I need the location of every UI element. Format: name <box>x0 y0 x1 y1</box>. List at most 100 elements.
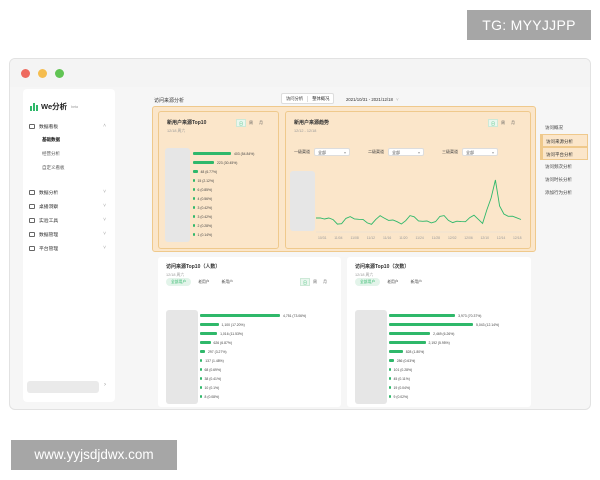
bar-list: 4,751 (73.06%) 1,100 (17.20%) 1,016 (11.53… <box>200 314 332 402</box>
sidebar-item-insight[interactable]: 桌播洞察 ˅ <box>23 199 115 213</box>
bar-row: 4 (0.56%) <box>193 196 213 201</box>
bar-label: 68 (0.69%) <box>204 367 222 372</box>
bar <box>200 323 219 326</box>
bar <box>193 233 195 236</box>
bar-row: 1 (0.14%) <box>193 232 213 237</box>
maximize-window-button[interactable] <box>55 69 64 78</box>
tab-month[interactable]: 月 <box>508 119 518 127</box>
sidebar-footer-bar[interactable] <box>27 381 99 393</box>
pill-all-users[interactable]: 全部用户 <box>166 278 192 286</box>
bar-row: 48 (6.77%) <box>193 170 217 174</box>
bar-row: 137 (1.48%) <box>200 359 224 363</box>
level3-channel-select[interactable]: 全部 <box>462 148 498 157</box>
tab-week[interactable]: 周 <box>498 119 508 127</box>
anchor-visit-frequency[interactable]: 访问频次分析 <box>542 160 588 173</box>
tab-day[interactable]: 日 <box>488 119 498 127</box>
date-range-picker[interactable]: 2021/10/31 - 2021/12/18 ˅ <box>346 97 399 102</box>
pill-old-users[interactable]: 老用户 <box>193 278 214 286</box>
tab-week[interactable]: 周 <box>246 119 256 127</box>
anchor-visit-source[interactable]: 访问来源分析 <box>542 134 588 147</box>
bar-label: 15 (2.12%) <box>197 178 215 183</box>
sidebar-item-data-analysis[interactable]: 数据分析 ˅ <box>23 185 115 199</box>
logo-icon <box>30 102 38 111</box>
bar <box>200 368 202 371</box>
bar-row: 3,973 (70.37%) <box>389 314 481 318</box>
bar <box>389 314 456 317</box>
bar-row: 2,192 (5.95%) <box>389 341 450 345</box>
axis-placeholder <box>290 171 315 231</box>
chevron-down-icon: ˅ <box>103 217 106 223</box>
bar-row: 1,016 (11.53%) <box>200 332 243 336</box>
bar-label: 4 (0.56%) <box>197 196 213 201</box>
sidebar-item-custom-board[interactable]: 自定义看板 <box>23 161 115 175</box>
level1-channel-select[interactable]: 全部 <box>314 148 350 157</box>
bar-label: 1 (0.14%) <box>197 232 213 237</box>
minimize-window-button[interactable] <box>38 69 47 78</box>
anchor-visit-duration[interactable]: 访问时长分析 <box>542 173 588 186</box>
bar-row: 3 (0.42%) <box>193 206 212 210</box>
bar-row: 10 (0.1%) <box>200 386 219 390</box>
segment-overview[interactable]: 整体概况 <box>308 96 333 102</box>
chevron-right-icon[interactable]: › <box>104 382 106 388</box>
tab-week[interactable]: 周 <box>310 278 320 286</box>
x-tick-label: 11/16 <box>383 236 391 240</box>
bar-label: 286 (0.63%) <box>396 358 416 363</box>
x-tick-label: 12/06 <box>464 236 473 240</box>
pill-new-users[interactable]: 新用户 <box>406 278 427 286</box>
bar-row: 2 (0.28%) <box>193 223 213 228</box>
bar-label: 9 (0.02%) <box>393 394 409 399</box>
anchor-visit-overview[interactable]: 访问概况 <box>542 121 588 134</box>
card-subtitle: 12/18 周六 <box>167 129 186 133</box>
chevron-down-icon: ˅ <box>396 97 399 102</box>
bar-row: 8 (0.08%) <box>200 395 219 399</box>
right-anchor-nav: 访问概况 访问来源分析 访问平台分析 访问频次分析 访问时长分析 添加行为分析 <box>540 121 588 199</box>
bar-row: 4,751 (73.06%) <box>200 314 306 318</box>
x-tick-label: 11/28 <box>432 236 440 240</box>
bar-row: 68 (0.69%) <box>200 367 222 372</box>
bar <box>193 170 198 173</box>
bar-label: 2 (0.28%) <box>197 223 213 228</box>
chart-icon <box>29 189 35 195</box>
card-subtitle: 12/12 - 12/18 <box>294 129 317 133</box>
bar <box>193 215 195 218</box>
chevron-up-icon: ˄ <box>103 123 106 129</box>
sidebar-item-data-management[interactable]: 数据管理 ˅ <box>23 227 115 241</box>
label-placeholder <box>166 310 198 404</box>
bar-label: 6 (0.85%) <box>197 187 213 192</box>
tab-day[interactable]: 日 <box>236 119 246 127</box>
level2-channel-select[interactable]: 全部 <box>388 148 424 157</box>
sidebar-item-business-analysis[interactable]: 经营分析 <box>23 147 115 161</box>
x-tick-label: 10/31 <box>318 236 327 240</box>
anchor-add-behavior[interactable]: 添加行为分析 <box>542 186 588 199</box>
card-title: 新用户来源Top10 <box>167 120 207 126</box>
tab-month[interactable]: 月 <box>256 119 266 127</box>
users-icon <box>29 203 35 209</box>
flask-icon <box>29 217 35 223</box>
bar-label: 223 (30.45%) <box>217 160 238 165</box>
x-tick-label: 11/08 <box>351 236 359 240</box>
bar <box>193 179 195 182</box>
bar <box>200 341 211 344</box>
x-tick-label: 12/18 <box>513 236 522 240</box>
close-window-button[interactable] <box>21 69 30 78</box>
sidebar-item-platform[interactable]: 平台管理 ˅ <box>23 241 115 255</box>
sidebar-item-experiment[interactable]: 实验工具 ˅ <box>23 213 115 227</box>
sidebar-item-dashboard[interactable]: 数据看板 ˄ <box>23 119 115 133</box>
pill-old-users[interactable]: 老用户 <box>382 278 403 286</box>
chevron-down-icon: ˅ <box>103 203 106 209</box>
label-placeholder <box>355 310 387 404</box>
bar-label: 45 (0.11%) <box>393 376 410 381</box>
bar <box>389 395 391 398</box>
tab-month[interactable]: 月 <box>320 278 330 286</box>
bar <box>200 314 280 317</box>
bar <box>389 323 473 326</box>
sidebar-item-basic-data[interactable]: 基础数据 <box>23 133 115 147</box>
tab-day[interactable]: 日 <box>300 278 310 286</box>
pill-all-users[interactable]: 全部用户 <box>355 278 381 286</box>
x-tick-label: 11/12 <box>367 236 375 240</box>
bar <box>193 152 231 155</box>
segment-visit-analysis[interactable]: 访问分析 <box>282 95 309 102</box>
anchor-visit-platform[interactable]: 访问平台分析 <box>542 147 588 160</box>
bar <box>389 377 391 380</box>
pill-new-users[interactable]: 新用户 <box>217 278 238 286</box>
